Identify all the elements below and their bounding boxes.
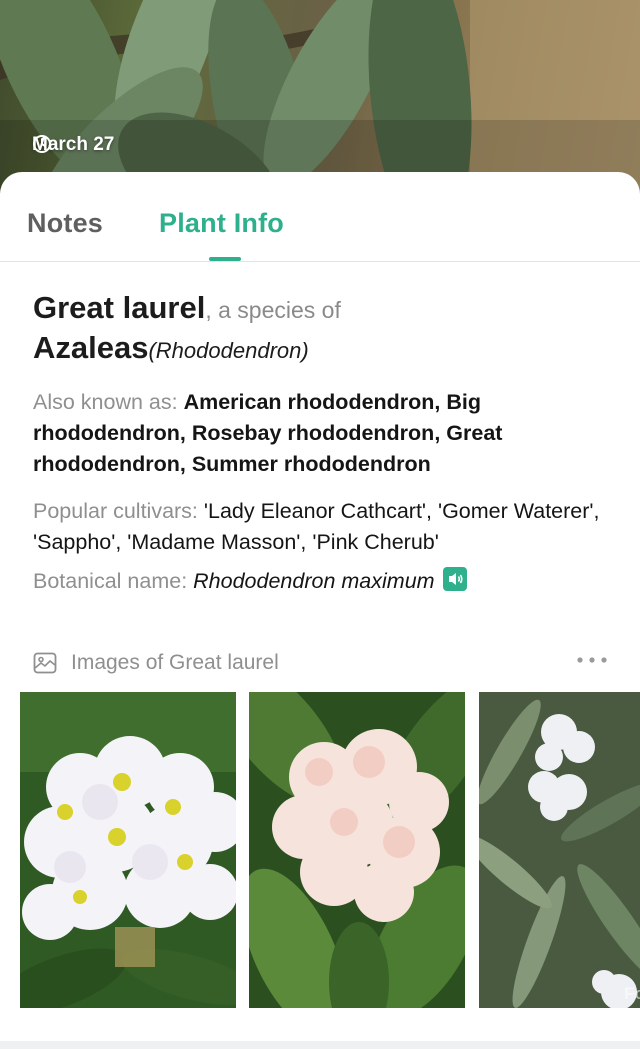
also-known-as-label: Also known as: [33,390,184,414]
plant-common-name: Great laurel [33,290,206,325]
genus-latin-name: (Rhododendron) [148,338,309,363]
popular-cultivars-row: Popular cultivars: 'Lady Eleanor Cathcar… [33,496,623,558]
gallery-image-1[interactable] [20,692,236,1008]
gallery-image-1-photo [20,692,236,1008]
active-tab-indicator [209,257,241,261]
image-gallery[interactable]: For Sa [20,692,640,1008]
images-section-title: Images of Great laurel [71,651,279,674]
species-of-text: , a species of [205,297,341,323]
bottom-divider [0,1041,640,1049]
speaker-icon-glyph [448,573,463,585]
genus-name[interactable]: Azaleas [33,330,148,365]
image-gallery-icon [33,652,57,674]
photo-watermark: For Sa [624,984,640,1003]
botanical-name-label: Botanical name: [33,569,194,593]
photo-date: March 27 [32,134,114,156]
popular-cultivars-label: Popular cultivars: [33,499,204,523]
tab-bar: Notes Plant Info [0,172,640,262]
tab-notes[interactable]: Notes [27,208,103,239]
plant-info-sheet: Notes Plant Info Great laurel, a species… [0,172,640,1049]
gallery-image-2-photo [249,692,465,1008]
botanical-name-value: Rhododendron maximum [193,569,435,593]
also-known-as-row: Also known as: American rhododendron, Bi… [33,387,623,480]
botanical-name-row: Botanical name: Rhododendron maximum [33,566,623,597]
plant-genus[interactable]: Azaleas(Rhododendron) [33,328,623,371]
header-photo-leaves [0,0,640,200]
images-section-header: Images of Great laurel [33,648,608,678]
plant-title: Great laurel, a species of [33,290,623,328]
more-horizontal-icon[interactable] [576,656,608,664]
clock-icon [33,135,51,153]
plant-info-content: Great laurel, a species of Azaleas(Rhodo… [33,290,623,597]
header-photo: March 27 [0,0,640,200]
gallery-image-3-photo [479,692,640,1008]
tab-plant-info[interactable]: Plant Info [159,208,284,239]
speaker-icon[interactable] [442,567,467,591]
gallery-image-2[interactable] [249,692,465,1008]
gallery-image-3[interactable]: For Sa [479,692,640,1008]
